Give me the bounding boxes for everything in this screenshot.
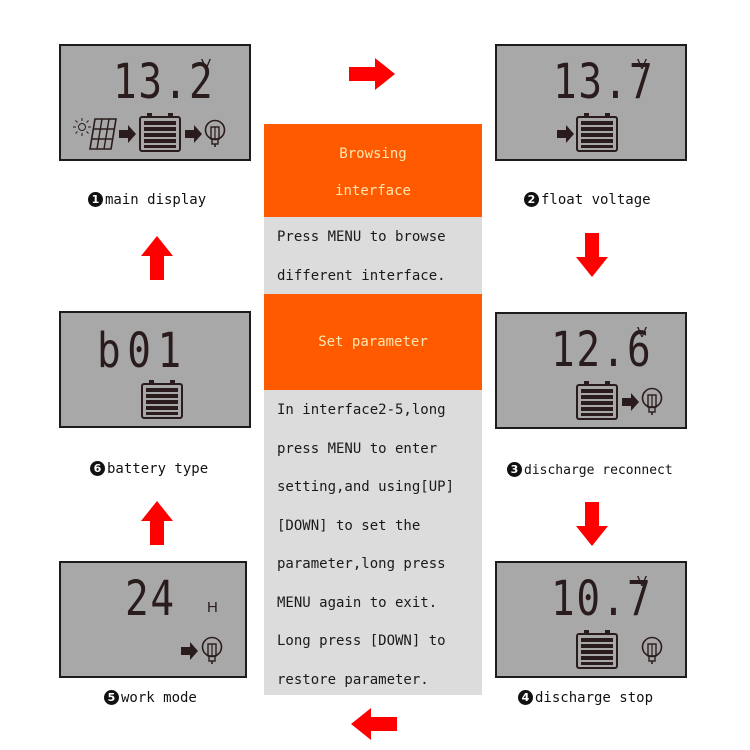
browse-text-line: Press MENU to browse <box>277 229 446 245</box>
set-text-line: restore parameter. <box>277 671 429 688</box>
lcd-discharge-reconnect: 12.6 V <box>495 312 687 429</box>
bulb-icon <box>641 636 663 665</box>
lcd-reading: 24 <box>125 571 176 627</box>
lcd-unit: V <box>637 56 648 73</box>
step-badge: 4 <box>518 690 533 705</box>
arrow-icon <box>622 393 639 411</box>
bulb-icon <box>641 387 663 416</box>
lcd-work-mode: 24 H <box>59 561 247 678</box>
lcd-reading: b01 <box>97 323 188 379</box>
battery-icon <box>141 379 183 419</box>
set-text-line: setting,and using[UP] <box>277 479 455 495</box>
arrow-right-icon <box>349 58 395 90</box>
step-badge: 1 <box>88 192 103 207</box>
solar-panel-icon <box>89 118 117 150</box>
arrow-icon <box>119 125 136 143</box>
arrow-down-icon <box>576 502 608 546</box>
battery-icon <box>576 629 618 669</box>
arrow-up-icon <box>141 236 173 280</box>
set-text-line: In interface2-5,long <box>277 402 446 418</box>
lcd-float-voltage: 13.7 V <box>495 44 687 161</box>
arrow-icon <box>181 642 198 660</box>
caption-main-display: 1 main display <box>88 192 206 208</box>
browsing-instructions: Press MENU to browse different interface… <box>264 217 482 294</box>
lcd-discharge-stop: 10.7 V <box>495 561 687 678</box>
set-parameter-instructions: In interface2-5,long press MENU to enter… <box>264 390 482 695</box>
lcd-reading: 13.2 <box>113 54 215 110</box>
battery-icon <box>576 380 618 420</box>
set-parameter-header: Set parameter <box>264 294 482 390</box>
set-parameter-title: Set parameter <box>318 334 428 350</box>
caption-battery-type: 6 battery type <box>90 461 208 477</box>
caption-discharge-stop: 4 discharge stop <box>518 690 653 706</box>
arrow-icon <box>557 125 574 143</box>
caption-work-mode: 5 work mode <box>104 690 197 706</box>
battery-icon <box>139 112 181 152</box>
set-text-line: Long press [DOWN] to <box>277 633 446 649</box>
caption-discharge-reconnect: 3 discharge reconnect <box>507 462 673 478</box>
step-badge: 5 <box>104 690 119 705</box>
browsing-interface-header: Browsing interface <box>264 124 482 217</box>
lcd-unit: V <box>637 573 648 590</box>
lcd-unit: V <box>201 56 212 73</box>
arrow-icon <box>185 125 202 143</box>
arrow-up-icon <box>141 501 173 545</box>
battery-icon <box>576 112 618 152</box>
set-text-line: [DOWN] to set the <box>277 517 421 534</box>
lcd-battery-type: b01 <box>59 311 251 428</box>
arrow-down-icon <box>576 233 608 277</box>
lcd-unit: H <box>207 599 218 616</box>
bulb-icon <box>201 636 223 665</box>
lcd-unit: V <box>637 324 648 341</box>
arrow-left-icon <box>351 708 397 740</box>
set-text-line: parameter,long press <box>277 556 446 572</box>
step-badge: 2 <box>524 192 539 207</box>
lcd-main-display: 13.2 V <box>59 44 251 161</box>
browsing-title-line2: interface <box>335 183 411 199</box>
set-text-line: press MENU to enter <box>277 440 438 457</box>
step-badge: 3 <box>507 462 522 477</box>
set-text-line: MENU again to exit. <box>277 594 438 611</box>
caption-float-voltage: 2 float voltage <box>524 192 651 208</box>
browsing-title-line1: Browsing <box>339 146 407 162</box>
browse-text-line: different interface. <box>277 267 446 284</box>
bulb-icon <box>204 119 226 148</box>
step-badge: 6 <box>90 461 105 476</box>
